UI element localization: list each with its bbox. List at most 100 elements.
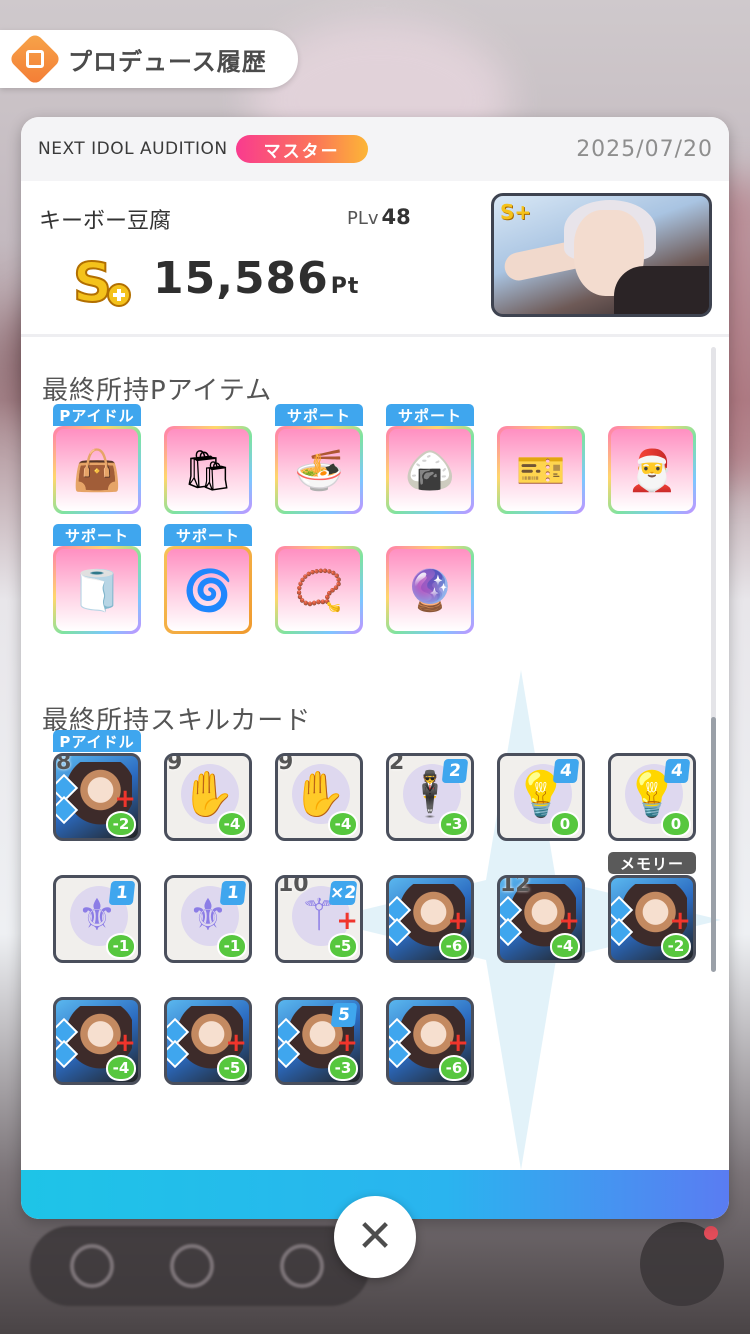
items-section-title: 最終所持Pアイテム — [42, 376, 273, 406]
card-level: 1 — [219, 881, 247, 905]
p-item-tile[interactable]: 🧻 — [53, 546, 141, 634]
p-item-tile[interactable]: 🎅 — [608, 426, 696, 514]
skill-card-tile[interactable]: + -2 — [608, 875, 696, 963]
card-cost: -1 — [217, 933, 247, 959]
card-tag: メモリー — [608, 852, 696, 874]
upgrade-plus-icon: + — [447, 906, 469, 936]
card-cost-value: -5 — [334, 937, 352, 955]
skill-card-tile[interactable]: ✋ 9 -4 — [164, 753, 252, 841]
plv: PLv 48 — [347, 205, 411, 229]
idol-thumbnail[interactable]: S+ — [491, 193, 712, 317]
desk-fan-icon: 🌀 — [167, 549, 249, 631]
card-cost-value: 0 — [559, 815, 571, 833]
card-cost: 0 — [661, 811, 691, 837]
skill-card-tile[interactable]: 💡 4 0 — [497, 753, 585, 841]
upgrade-plus-icon: + — [114, 784, 136, 814]
card-cost-value: -1 — [223, 937, 241, 955]
card-count: 9 — [167, 753, 183, 775]
result-summary: キーボー豆腐 PLv 48 S 15,586Pt S+ — [21, 181, 729, 337]
p-item-tile[interactable]: 📿 — [275, 546, 363, 634]
skill-card-tile[interactable]: 🕴 2 2 -3 — [386, 753, 474, 841]
skill-card-tile[interactable]: ⚜ 1 -1 — [164, 875, 252, 963]
svg-text:S: S — [73, 251, 112, 313]
scrollbar-thumb[interactable] — [711, 717, 716, 972]
onigiri-pack-icon: 🍙 — [389, 429, 471, 511]
p-item-tile[interactable]: 🎫 — [497, 426, 585, 514]
skill-card-tile[interactable]: + -6 — [386, 875, 474, 963]
item-tag: Pアイドル — [53, 404, 141, 426]
rank-splus-icon: S — [72, 250, 131, 313]
bottom-nav-dock — [30, 1226, 370, 1306]
history-scroll-area[interactable]: 最終所持Pアイテム Pアイドル 👜 🛍 サポート 🍜 サポート 🍙 🎫 🎅 サポート 🧻 サポート 🌀 📿… — [21, 340, 729, 1170]
item-tag: サポート — [164, 524, 252, 546]
skill-card-tile[interactable]: ⚚ 10 ×2 + -5 — [275, 875, 363, 963]
card-count: 2 — [389, 753, 405, 775]
card-cost-value: -1 — [112, 937, 130, 955]
card-cost-value: -4 — [112, 1059, 130, 1077]
close-button[interactable]: ✕ — [334, 1196, 416, 1278]
crystal-orb-icon: 🔮 — [389, 549, 471, 631]
card-cost-value: -6 — [445, 937, 463, 955]
card-level: ×2 — [328, 881, 358, 905]
p-item-tile[interactable]: 🛍 — [164, 426, 252, 514]
card-level: 2 — [441, 759, 469, 783]
card-count: 9 — [278, 753, 294, 775]
card-level: 5 — [330, 1003, 358, 1027]
scrollbar[interactable] — [711, 347, 716, 972]
skill-card-tile[interactable]: ⚜ 1 -1 — [53, 875, 141, 963]
emblem-icon — [170, 1244, 214, 1288]
santa-charm-icon: 🎅 — [611, 429, 693, 511]
p-item-tile[interactable]: 🌀 — [164, 546, 252, 634]
skill-card-tile[interactable]: + -6 — [386, 997, 474, 1085]
p-item-tile[interactable]: 🔮 — [386, 546, 474, 634]
card-cost-value: -4 — [556, 937, 574, 955]
score: 15,586Pt — [153, 253, 360, 304]
card-level: 4 — [663, 759, 691, 783]
card-cost: -4 — [106, 1055, 136, 1081]
history-icon — [8, 32, 62, 86]
item-tag: サポート — [53, 524, 141, 546]
event-name: NEXT IDOL AUDITION — [38, 139, 228, 159]
difficulty-badge: マスター — [235, 135, 368, 163]
card-level: 1 — [108, 881, 136, 905]
event-date: 2025/07/20 — [576, 136, 713, 162]
skill-card-tile[interactable]: 12 + -4 — [497, 875, 585, 963]
card-cost: -4 — [328, 811, 358, 837]
p-item-tile[interactable]: 👜 — [53, 426, 141, 514]
menu-button — [640, 1222, 724, 1306]
page-header: プロデュース履歴 — [0, 30, 298, 88]
p-item-tile[interactable]: 🍙 — [386, 426, 474, 514]
card-cost: -3 — [328, 1055, 358, 1081]
skill-card-tile[interactable]: 5 + -3 — [275, 997, 363, 1085]
card-cost: -4 — [550, 933, 580, 959]
skill-card-tile[interactable]: + -4 — [53, 997, 141, 1085]
card-level: 4 — [552, 759, 580, 783]
player-name: キーボー豆腐 — [39, 209, 172, 234]
handkerchief-icon: 🧻 — [56, 549, 138, 631]
card-cost-value: -6 — [445, 1059, 463, 1077]
notification-dot — [704, 1226, 718, 1240]
page-title: プロデュース履歴 — [68, 47, 267, 76]
ramen-pack-icon: 🍜 — [278, 429, 360, 511]
card-cost-value: -5 — [223, 1059, 241, 1077]
card-cost: -4 — [217, 811, 247, 837]
skill-card-tile[interactable]: + -5 — [164, 997, 252, 1085]
skill-card-tile[interactable]: 💡 4 0 — [608, 753, 696, 841]
upgrade-plus-icon: + — [336, 906, 358, 936]
card-cost-value: -4 — [334, 815, 352, 833]
card-cost-value: 0 — [670, 815, 682, 833]
card-cost: 0 — [550, 811, 580, 837]
upgrade-plus-icon: + — [336, 1028, 358, 1058]
card-cost-value: -3 — [445, 815, 463, 833]
card-cost-value: -2 — [667, 937, 685, 955]
p-item-tile[interactable]: 🍜 — [275, 426, 363, 514]
card-cost: -6 — [439, 1055, 469, 1081]
gold-bracelet-icon: 📿 — [278, 549, 360, 631]
card-cost: -2 — [106, 811, 136, 837]
card-cost-value: -4 — [223, 815, 241, 833]
event-bar: NEXT IDOL AUDITION マスター 2025/07/20 — [21, 117, 729, 181]
skill-card-tile[interactable]: ✋ 9 -4 — [275, 753, 363, 841]
item-tag: サポート — [386, 404, 474, 426]
skill-card-tile[interactable]: 8 + -2 — [53, 753, 141, 841]
upgrade-plus-icon: + — [558, 906, 580, 936]
